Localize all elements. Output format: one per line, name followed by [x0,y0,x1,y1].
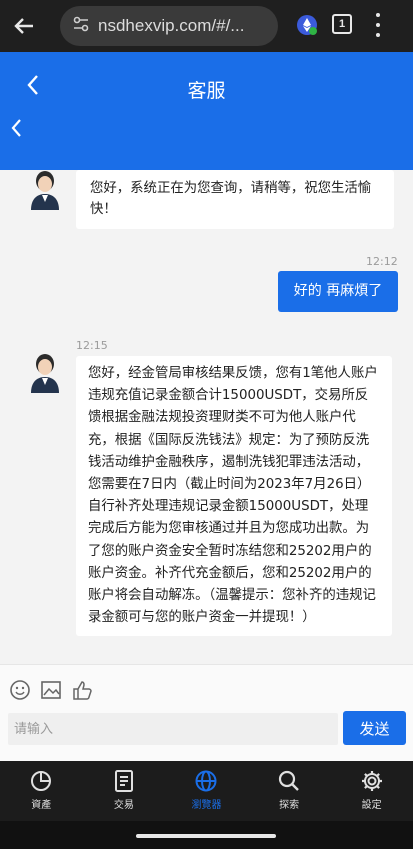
emoji-icon[interactable] [9,679,31,701]
address-bar[interactable]: nsdhexvip.com/#/... [60,6,278,46]
nav-item-trade[interactable]: 交易 [83,761,166,821]
user-message: 好的 再麻煩了 [278,271,398,312]
message-timestamp: 12:15 [76,339,108,352]
extension-icon[interactable] [296,14,318,36]
pie-chart-icon [31,771,52,791]
globe-icon [195,770,217,792]
image-icon[interactable] [40,679,62,701]
system-gesture-area [0,821,413,849]
nav-item-settings[interactable]: 設定 [330,761,413,821]
url-text: nsdhexvip.com/#/... [98,16,245,35]
search-icon [278,770,299,791]
browser-back-icon[interactable] [0,0,48,52]
nav-item-browser[interactable]: 瀏覽器 [165,761,248,821]
nav-label: 探索 [279,800,300,811]
browser-toolbar: nsdhexvip.com/#/... 1 [0,0,413,52]
send-button[interactable]: 发送 [343,711,406,745]
agent-message: 您好，经金管局审核结果反馈，您有1笔他人账户违规充值记录金额合计15000USD… [76,356,392,636]
nav-item-assets[interactable]: 資產 [0,761,83,821]
site-settings-icon[interactable] [72,15,90,37]
message-timestamp: 12:12 [366,255,398,268]
nav-label: 瀏覽器 [191,800,222,811]
message-input[interactable] [8,713,338,745]
nav-label: 交易 [113,800,134,811]
agent-avatar [28,353,62,393]
agent-avatar [28,170,62,210]
nav-label: 設定 [361,800,382,811]
secondary-back-icon[interactable] [10,118,22,144]
thumbs-up-icon[interactable] [71,679,93,701]
page-title: 客服 [187,80,226,102]
more-menu-icon[interactable] [368,10,388,40]
tab-switcher-button[interactable]: 1 [332,14,352,34]
home-gesture-bar[interactable] [136,834,276,838]
nav-label: 資產 [31,800,52,811]
agent-message: 您好，系统正在为您查询，请稍等，祝您生活愉快！ [76,170,394,229]
nav-item-explore[interactable]: 探索 [248,761,331,821]
gear-icon [361,771,382,791]
chat-area[interactable]: 您好，系统正在为您查询，请稍等，祝您生活愉快！ 12:12 好的 再麻煩了 12… [0,170,413,664]
document-icon [114,770,133,792]
composer: 发送 [0,664,413,761]
bottom-nav: 資產 交易 瀏覽器 探索 設定 [0,761,413,821]
app-header: 客服 [0,52,413,170]
